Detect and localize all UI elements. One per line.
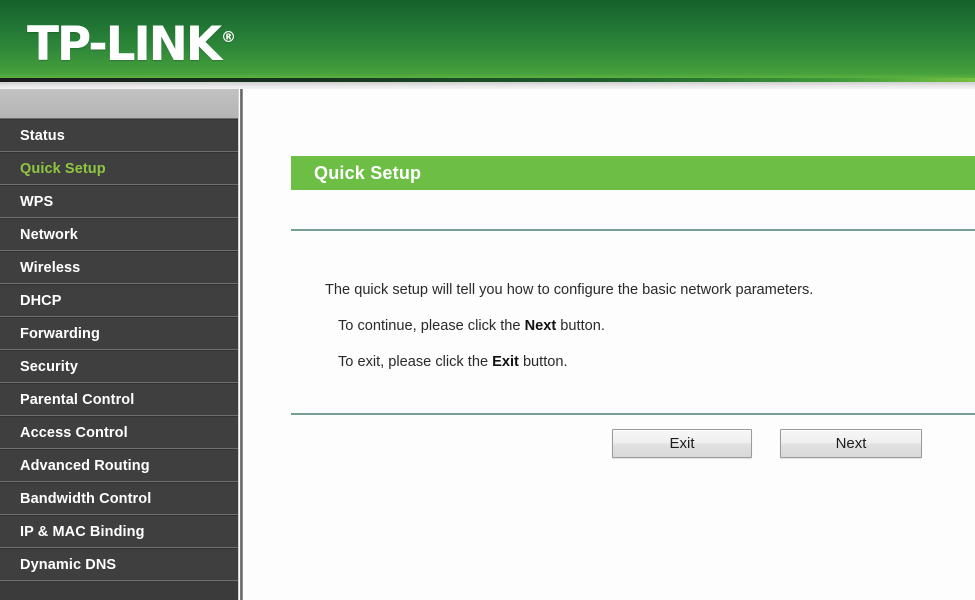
sidebar-item-quick-setup[interactable]: Quick Setup: [0, 152, 238, 185]
sidebar-top-spacer: [0, 89, 238, 119]
instruction-continue-suffix: button.: [556, 318, 605, 334]
sidebar-nav: Status Quick Setup WPS Network Wireless …: [0, 89, 239, 600]
sidebar-item-access-control[interactable]: Access Control: [0, 416, 238, 449]
router-admin-page: TP-LINK® Status Quick Setup WPS Network …: [0, 0, 975, 600]
exit-button[interactable]: Exit: [612, 429, 752, 458]
instruction-exit: To exit, please click the Exit button.: [338, 352, 568, 372]
header-bottom-rule-light: [0, 82, 975, 89]
tp-link-logo: TP-LINK®: [27, 8, 236, 74]
sidebar-divider: [240, 89, 243, 600]
sidebar-item-forwarding[interactable]: Forwarding: [0, 317, 238, 350]
registered-trademark-icon: ®: [220, 28, 236, 46]
instruction-intro: The quick setup will tell you how to con…: [325, 282, 814, 298]
brand-text: TP-LINK: [27, 17, 222, 72]
next-button[interactable]: Next: [780, 429, 922, 458]
sidebar-item-bandwidth-control[interactable]: Bandwidth Control: [0, 482, 238, 515]
sidebar-item-advanced-routing[interactable]: Advanced Routing: [0, 449, 238, 482]
instruction-continue-bold: Next: [524, 318, 557, 334]
instruction-continue: To continue, please click the Next butto…: [338, 316, 605, 336]
instruction-continue-prefix: To continue, please click the: [338, 318, 525, 334]
page-title: Quick Setup: [291, 156, 975, 190]
divider-top: [291, 229, 975, 231]
sidebar-item-ip-mac-binding[interactable]: IP & MAC Binding: [0, 515, 238, 548]
sidebar-item-parental-control[interactable]: Parental Control: [0, 383, 238, 416]
instruction-exit-prefix: To exit, please click the: [338, 354, 493, 370]
sidebar-item-wps[interactable]: WPS: [0, 185, 238, 218]
instruction-exit-bold: Exit: [492, 354, 519, 370]
sidebar-item-dynamic-dns[interactable]: Dynamic DNS: [0, 548, 238, 581]
divider-bottom: [291, 413, 975, 415]
sidebar-item-dhcp[interactable]: DHCP: [0, 284, 238, 317]
sidebar-item-wireless[interactable]: Wireless: [0, 251, 238, 284]
sidebar-item-network[interactable]: Network: [0, 218, 238, 251]
sidebar-item-security[interactable]: Security: [0, 350, 238, 383]
sidebar-item-status[interactable]: Status: [0, 119, 238, 152]
page-header: TP-LINK®: [0, 0, 975, 78]
sidebar-menu-list: Status Quick Setup WPS Network Wireless …: [0, 119, 238, 581]
main-content: Quick Setup The quick setup will tell yo…: [244, 89, 975, 600]
instruction-exit-suffix: button.: [518, 354, 568, 370]
